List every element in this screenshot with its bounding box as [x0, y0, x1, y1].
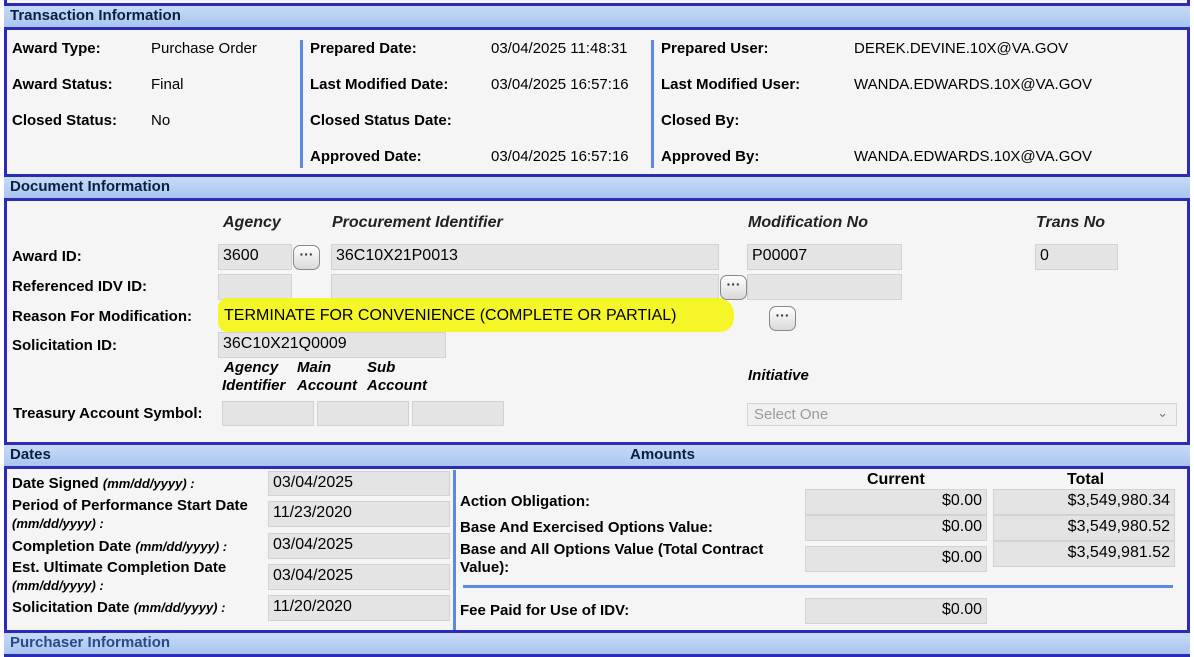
last-modified-user-label: Last Modified User: — [661, 76, 801, 93]
last-modified-date-label: Last Modified Date: — [310, 76, 449, 93]
award-agency-field[interactable]: 3600 — [218, 244, 292, 270]
tas-agency-identifier-field[interactable] — [222, 401, 314, 426]
transaction-section-header[interactable]: Transaction Information — [4, 3, 1190, 30]
initiative-label: Initiative — [748, 367, 809, 384]
date-signed-field[interactable]: 03/04/2025 — [268, 471, 450, 496]
completion-date-field[interactable]: 03/04/2025 — [268, 533, 450, 559]
solicitation-date-format: (mm/dd/yyyy) : — [133, 600, 226, 615]
reason-lookup-button[interactable]: ··· — [769, 306, 796, 331]
base-all-options-label-line1: Base and All Options Value (Total Contra… — [460, 541, 764, 558]
procurement-identifier-field[interactable]: 36C10X21P0013 — [331, 244, 719, 270]
col-header-agency: Agency — [223, 214, 281, 231]
base-exercised-label: Base And Exercised Options Value: — [460, 519, 713, 536]
amounts-col-current: Current — [867, 471, 925, 488]
action-obligation-current-field[interactable]: $0.00 — [805, 489, 987, 515]
col-header-procurement: Procurement Identifier — [332, 214, 503, 231]
col-header-modification: Modification No — [748, 214, 868, 231]
dates-amounts-divider — [453, 470, 456, 630]
fee-paid-label: Fee Paid for Use of IDV: — [460, 602, 630, 619]
base-all-options-current-field[interactable]: $0.00 — [805, 546, 987, 572]
trans-no-field[interactable]: 0 — [1035, 244, 1118, 270]
est-completion-date-field[interactable]: 03/04/2025 — [268, 564, 450, 590]
completion-date-label: Completion Date (mm/dd/yyyy) : — [12, 538, 227, 555]
approved-date-value: 03/04/2025 16:57:16 — [491, 148, 629, 165]
tas-col-main-line1: Main — [297, 359, 332, 376]
tas-col-sub-line1: Sub — [367, 359, 396, 376]
closed-by-label: Closed By: — [661, 112, 740, 129]
base-exercised-current-field[interactable]: $0.00 — [805, 515, 987, 541]
award-status-label: Award Status: — [12, 76, 113, 93]
closed-status-value: No — [151, 112, 171, 129]
last-modified-user-value: WANDA.EDWARDS.10X@VA.GOV — [854, 76, 1093, 93]
action-obligation-label: Action Obligation: — [460, 493, 590, 510]
award-status-value: Final — [151, 76, 184, 93]
ref-idv-procurement-field[interactable] — [331, 274, 719, 300]
tas-col-agency-line2: Identifier — [222, 377, 286, 394]
date-signed-format: (mm/dd/yyyy) : — [102, 476, 195, 491]
prepared-user-label: Prepared User: — [661, 40, 769, 57]
document-section-title: Document Information — [10, 178, 170, 195]
col-header-trans: Trans No — [1036, 214, 1106, 231]
award-type-value: Purchase Order — [151, 40, 257, 57]
transaction-section-title: Transaction Information — [10, 7, 181, 24]
document-section-header[interactable]: Document Information — [4, 174, 1190, 201]
tas-main-account-field[interactable] — [317, 401, 409, 426]
solicitation-id-field[interactable]: 36C10X21Q0009 — [218, 332, 446, 358]
initiative-select-value: Select One — [754, 406, 829, 423]
ref-idv-lookup-button[interactable]: ··· — [720, 275, 747, 300]
ref-idv-modification-field[interactable] — [747, 274, 902, 300]
solicitation-date-label: Solicitation Date (mm/dd/yyyy) : — [12, 599, 225, 616]
last-modified-date-value: 03/04/2025 16:57:16 — [491, 76, 629, 93]
prepared-date-value: 03/04/2025 11:48:31 — [491, 40, 628, 57]
referenced-idv-label: Referenced IDV ID: — [12, 278, 148, 295]
base-all-options-label-line2: Value): — [460, 559, 510, 576]
amounts-divider — [463, 585, 1173, 588]
dates-section-title: Dates — [10, 446, 51, 463]
action-obligation-total-field[interactable]: $3,549,980.34 — [993, 489, 1175, 515]
tas-sub-account-field[interactable] — [412, 401, 504, 426]
base-all-options-total-field[interactable]: $3,549,981.52 — [993, 541, 1175, 567]
initiative-select[interactable]: Select One ⌄ — [747, 403, 1177, 426]
reason-for-modification-label: Reason For Modification: — [12, 308, 192, 325]
solicitation-date-label-text: Solicitation Date — [12, 599, 130, 616]
ref-idv-agency-field[interactable] — [218, 274, 292, 300]
solicitation-date-field[interactable]: 11/20/2020 — [268, 595, 450, 621]
amounts-section-title: Amounts — [630, 446, 695, 463]
completion-date-label-text: Completion Date — [12, 538, 132, 555]
award-type-label: Award Type: — [12, 40, 101, 57]
tas-col-agency-line1: Agency — [224, 359, 279, 376]
purchaser-section-header[interactable]: Purchaser Information — [4, 630, 1190, 657]
tas-col-main-line2: Account — [297, 377, 357, 394]
pop-start-date-format: (mm/dd/yyyy) : — [12, 516, 104, 531]
chevron-down-icon: ⌄ — [1157, 405, 1168, 420]
column-divider — [300, 40, 303, 168]
est-completion-date-format: (mm/dd/yyyy) : — [12, 578, 104, 593]
amounts-col-total: Total — [1067, 471, 1105, 488]
tas-col-sub-line2: Account — [367, 377, 427, 394]
approved-by-label: Approved By: — [661, 148, 760, 165]
prepared-date-label: Prepared Date: — [310, 40, 417, 57]
est-completion-date-label: Est. Ultimate Completion Date — [12, 559, 227, 576]
closed-status-date-label: Closed Status Date: — [310, 112, 452, 129]
award-id-label: Award ID: — [12, 248, 82, 265]
approved-date-label: Approved Date: — [310, 148, 422, 165]
purchaser-section-title: Purchaser Information — [10, 634, 171, 651]
dates-amounts-section-header[interactable]: Dates Amounts — [4, 442, 1190, 469]
completion-date-format: (mm/dd/yyyy) : — [135, 539, 228, 554]
prepared-user-value: DEREK.DEVINE.10X@VA.GOV — [854, 40, 1069, 57]
base-exercised-total-field[interactable]: $3,549,980.52 — [993, 515, 1175, 541]
treasury-account-symbol-label: Treasury Account Symbol: — [13, 405, 203, 422]
fee-paid-current-field[interactable]: $0.00 — [805, 598, 987, 624]
closed-status-label: Closed Status: — [12, 112, 118, 129]
approved-by-value: WANDA.EDWARDS.10X@VA.GOV — [854, 148, 1093, 165]
column-divider — [651, 40, 654, 168]
agency-lookup-button[interactable]: ··· — [293, 245, 320, 270]
reason-for-modification-value[interactable]: TERMINATE FOR CONVENIENCE (COMPLETE OR P… — [224, 307, 677, 325]
date-signed-label-text: Date Signed — [12, 475, 99, 492]
solicitation-id-label: Solicitation ID: — [12, 337, 117, 354]
modification-no-field[interactable]: P00007 — [747, 244, 902, 270]
pop-start-date-field[interactable]: 11/23/2020 — [268, 501, 450, 527]
date-signed-label: Date Signed (mm/dd/yyyy) : — [12, 475, 195, 492]
pop-start-date-label: Period of Performance Start Date — [12, 497, 248, 514]
